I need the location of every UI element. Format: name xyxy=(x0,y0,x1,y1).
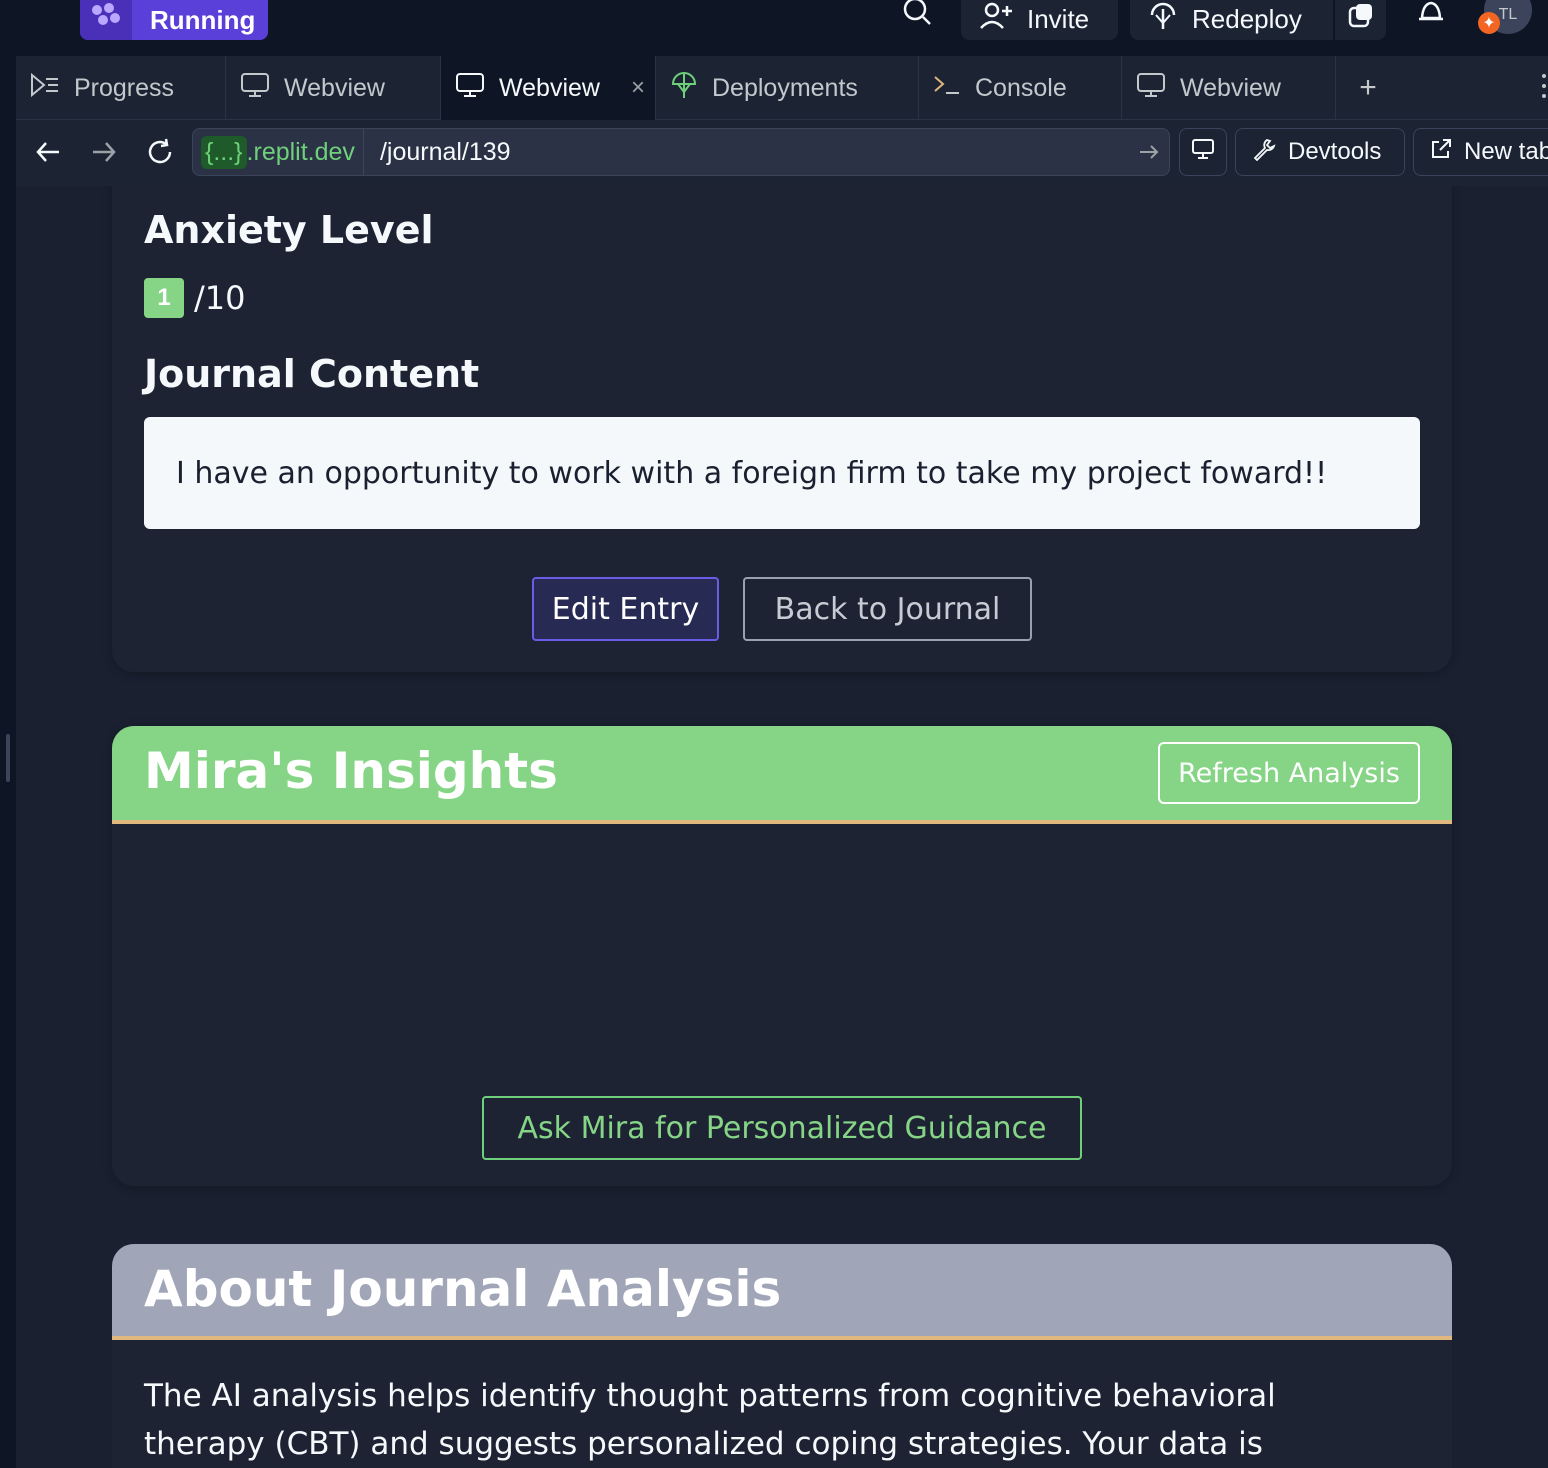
more-options-icon[interactable] xyxy=(1542,74,1548,98)
webview-content: Anxiety Level 1 /10 Journal Content I ha… xyxy=(16,186,1548,1468)
replit-logo-icon xyxy=(80,0,132,40)
copy-button[interactable] xyxy=(1335,0,1386,40)
invite-button[interactable]: Invite xyxy=(961,0,1118,40)
tab-label: Webview xyxy=(1180,73,1281,102)
insights-title: Mira's Insights xyxy=(144,742,558,800)
sparkle-badge-icon: ✦ xyxy=(1478,12,1500,34)
new-tab-button[interactable]: New tab xyxy=(1413,128,1548,176)
url-host-brace: {...} xyxy=(201,135,247,169)
deploy-icon xyxy=(1148,1,1178,38)
resize-handle[interactable] xyxy=(6,734,10,782)
journal-content-heading: Journal Content xyxy=(144,352,480,396)
external-link-icon xyxy=(1430,138,1452,167)
insights-header: Mira's Insights Refresh Analysis xyxy=(112,726,1452,824)
journal-entry-card: Anxiety Level 1 /10 Journal Content I ha… xyxy=(112,186,1452,672)
redeploy-label: Redeploy xyxy=(1192,3,1302,34)
insights-card: Mira's Insights Refresh Analysis Ask Mir… xyxy=(112,726,1452,1186)
journal-content-text: I have an opportunity to work with a for… xyxy=(144,417,1420,529)
add-tab-icon[interactable]: + xyxy=(1336,56,1400,120)
monitor-icon xyxy=(455,72,485,105)
invite-label: Invite xyxy=(1027,3,1090,34)
tab-webview-2[interactable]: Webview xyxy=(1122,56,1336,120)
tab-label: Webview xyxy=(499,73,600,102)
edit-entry-button[interactable]: Edit Entry xyxy=(532,577,719,641)
about-analysis-header: About Journal Analysis xyxy=(112,1244,1452,1340)
tab-webview[interactable]: Webview xyxy=(226,56,441,120)
reload-icon[interactable] xyxy=(142,134,178,170)
anxiety-level-display: 1 /10 xyxy=(144,278,246,318)
top-bar: Running Invite Redeploy TL ✦ xyxy=(0,0,1548,56)
copy-icon xyxy=(1347,2,1375,37)
back-arrow-icon[interactable] xyxy=(30,134,66,170)
tab-label: Progress xyxy=(74,73,175,102)
devtools-button[interactable]: Devtools xyxy=(1235,128,1405,176)
anxiety-value-badge: 1 xyxy=(144,278,184,318)
monitor-icon xyxy=(1136,72,1166,105)
wrench-icon xyxy=(1252,137,1276,168)
search-icon[interactable] xyxy=(900,0,934,30)
run-status-label: Running xyxy=(150,4,256,35)
tab-webview-active[interactable]: Webview × xyxy=(441,56,656,120)
webview-toolbar: {...} .replit.dev /journal/139 Devtools N… xyxy=(16,120,1548,186)
add-user-icon xyxy=(979,2,1013,37)
tab-console[interactable]: Console xyxy=(919,56,1122,120)
console-icon xyxy=(933,73,961,104)
tab-label: Deployments xyxy=(712,73,858,102)
deployments-icon xyxy=(670,70,698,107)
device-preview-button[interactable] xyxy=(1179,128,1227,176)
url-input[interactable]: {...} .replit.dev /journal/139 xyxy=(192,128,1170,176)
monitor-icon xyxy=(1191,138,1215,167)
workspace-tab-bar: Progress Webview Webview × Deployments C… xyxy=(16,56,1548,120)
url-host: {...} .replit.dev xyxy=(193,129,364,175)
run-button[interactable]: Running xyxy=(80,0,268,40)
anxiety-level-heading: Anxiety Level xyxy=(144,208,434,252)
redeploy-button[interactable]: Redeploy xyxy=(1130,0,1333,40)
forward-arrow-icon[interactable] xyxy=(86,134,122,170)
devtools-label: Devtools xyxy=(1288,138,1382,165)
tab-progress[interactable]: Progress xyxy=(16,56,226,120)
tab-label: Console xyxy=(975,73,1067,102)
bell-icon[interactable] xyxy=(1414,0,1448,30)
about-analysis-card: About Journal Analysis The AI analysis h… xyxy=(112,1244,1452,1468)
tab-label: Webview xyxy=(284,73,385,102)
ask-mira-button[interactable]: Ask Mira for Personalized Guidance xyxy=(482,1096,1082,1160)
about-analysis-title: About Journal Analysis xyxy=(144,1260,782,1318)
avatar-initials: TL xyxy=(1498,6,1518,23)
monitor-icon xyxy=(240,72,270,105)
close-icon[interactable]: × xyxy=(631,74,645,102)
about-analysis-text: The AI analysis helps identify thought p… xyxy=(144,1378,1276,1462)
go-arrow-icon[interactable] xyxy=(1129,144,1169,160)
refresh-analysis-button[interactable]: Refresh Analysis xyxy=(1158,742,1420,804)
progress-icon xyxy=(30,72,60,104)
anxiety-max-label: /10 xyxy=(194,279,246,317)
back-to-journal-button[interactable]: Back to Journal xyxy=(743,577,1032,641)
tab-deployments[interactable]: Deployments xyxy=(656,56,919,120)
url-path[interactable]: /journal/139 xyxy=(364,138,1129,167)
new-tab-label: New tab xyxy=(1464,138,1548,165)
url-host-domain: .replit.dev xyxy=(246,137,355,166)
